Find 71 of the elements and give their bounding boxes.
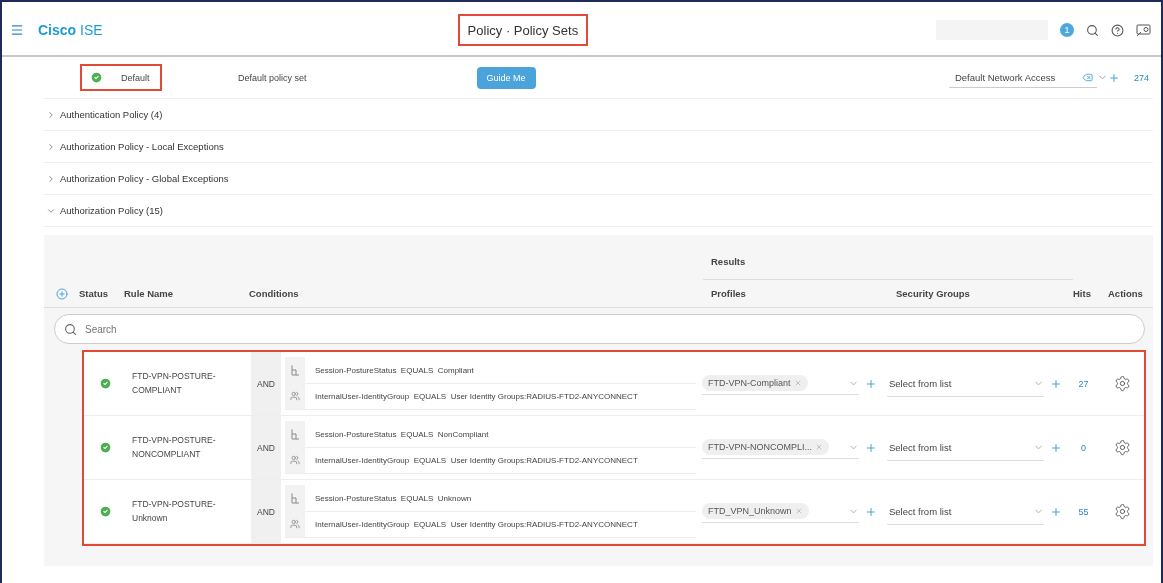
rule-name: FTD-VPN-POSTURE-NONCOMPLIANT xyxy=(132,433,217,461)
hits-count: 27 xyxy=(1078,378,1089,389)
column-header: Security Groups xyxy=(896,288,970,299)
column-header: Hits xyxy=(1073,288,1092,299)
section-toggle[interactable]: Authorization Policy - Local Exceptions xyxy=(60,141,224,152)
chevron-right-icon[interactable] xyxy=(46,109,56,120)
menu-icon[interactable] xyxy=(10,23,24,37)
help-icon[interactable] xyxy=(1111,23,1124,37)
operator-cell: AND xyxy=(251,416,281,479)
allowed-protocols-field[interactable]: Default Network Access xyxy=(948,67,1097,88)
users-icon xyxy=(290,455,300,465)
remove-icon[interactable] xyxy=(793,379,802,387)
tree-icon xyxy=(290,492,300,504)
column-header: Results xyxy=(711,256,746,267)
plus-icon[interactable] xyxy=(865,377,877,390)
monitor-gear-icon[interactable] xyxy=(1136,23,1151,37)
search-field[interactable]: Search xyxy=(54,314,1145,344)
settings-icon[interactable] xyxy=(1114,375,1131,392)
hits-count: 55 xyxy=(1078,506,1089,517)
operator-cell: AND xyxy=(251,480,281,543)
operator-cell: AND xyxy=(251,352,281,415)
column-header: Rule Name xyxy=(124,288,175,299)
condition-text: Session-PostureStatus EQUALS Compliant xyxy=(315,365,474,375)
plus-icon[interactable] xyxy=(1050,441,1062,454)
profile-field[interactable]: FTD-VPN-NONCOMPLI... xyxy=(702,436,859,459)
plus-icon[interactable] xyxy=(1050,505,1062,518)
profile-field[interactable]: FTD-VPN-Compliant xyxy=(702,372,859,395)
rule-name: FTD-VPN-POSTURE-COMPLIANT xyxy=(132,369,217,397)
policy-set-description: Default policy set xyxy=(238,72,307,83)
chevron-right-icon[interactable] xyxy=(46,173,56,184)
section-toggle[interactable]: Authorization Policy (15) xyxy=(60,205,163,216)
search-icon xyxy=(64,323,77,336)
profile-chip[interactable]: FTD-VPN-Compliant xyxy=(702,375,808,391)
security-group-field[interactable]: Select from list xyxy=(887,498,1044,525)
column-header: Profiles xyxy=(711,288,746,299)
plus-icon[interactable] xyxy=(1050,377,1062,390)
plus-icon[interactable] xyxy=(1107,71,1120,84)
condition-text: InternalUser-IdentityGroup EQUALS User Identity Groups:RADIUS-FTD2-ANYCONNECT xyxy=(315,455,638,465)
column-header: Actions xyxy=(1108,288,1144,299)
tree-icon xyxy=(290,428,300,440)
policy-set-name: Default xyxy=(121,72,150,83)
users-icon xyxy=(290,519,300,529)
tree-icon xyxy=(290,364,300,376)
security-group-field[interactable]: Select from list xyxy=(887,434,1044,461)
settings-icon[interactable] xyxy=(1114,503,1131,520)
hits-count: 274 xyxy=(1133,72,1149,83)
section-toggle[interactable]: Authorization Policy - Global Exceptions xyxy=(60,173,229,184)
remove-icon[interactable] xyxy=(815,443,823,451)
condition-text: Session-PostureStatus EQUALS NonCompliant xyxy=(315,429,489,439)
condition-text: InternalUser-IdentityGroup EQUALS User Identity Groups:RADIUS-FTD2-ANYCONNECT xyxy=(315,391,638,401)
section-toggle[interactable]: Authentication Policy (4) xyxy=(60,109,163,120)
condition-text: InternalUser-IdentityGroup EQUALS User Identity Groups:RADIUS-FTD2-ANYCONNECT xyxy=(315,519,638,529)
rule-name: FTD-VPN-POSTURE-Unknown xyxy=(132,497,217,525)
page-title: Policy · Policy Sets xyxy=(457,14,589,46)
clear-icon[interactable] xyxy=(1081,71,1093,83)
plus-icon[interactable] xyxy=(865,505,877,518)
hits-count: 0 xyxy=(1081,442,1086,453)
plus-icon[interactable] xyxy=(865,441,877,454)
chevron-right-icon[interactable] xyxy=(46,141,56,152)
condition-text: Session-PostureStatus EQUALS Unknown xyxy=(315,493,472,503)
column-header: Status xyxy=(79,288,110,299)
column-header: Conditions xyxy=(249,288,299,299)
profile-chip[interactable]: FTD-VPN-NONCOMPLI... xyxy=(702,439,829,455)
search-icon[interactable] xyxy=(1086,23,1099,37)
settings-icon[interactable] xyxy=(1114,439,1131,456)
users-icon xyxy=(290,391,300,401)
remove-icon[interactable] xyxy=(794,507,803,515)
profile-chip[interactable]: FTD_VPN_Unknown xyxy=(702,503,809,519)
profile-field[interactable]: FTD_VPN_Unknown xyxy=(702,500,859,523)
brand-logo: Cisco ISE xyxy=(38,22,103,38)
security-group-field[interactable]: Select from list xyxy=(887,370,1044,397)
